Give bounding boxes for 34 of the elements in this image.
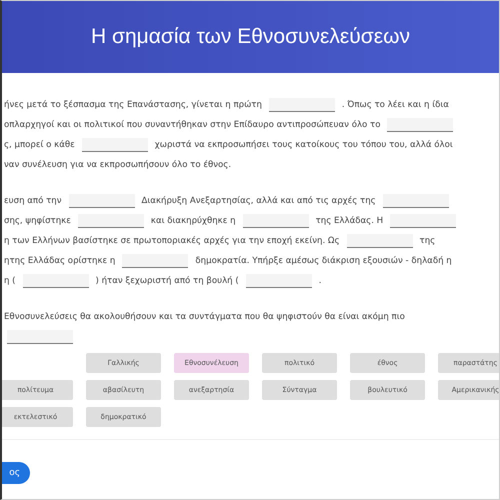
fill-in-field[interactable] — [246, 274, 312, 288]
passage-text: Εθνοσυνελεύσεις θα ακολουθήσουν και τα συντάγματα που θα ψηφιστούν θα είναι ακόμη πιο — [4, 312, 405, 322]
passage-text: χωριστά να εκπροσωπήσει τους κατοίκους του τόπου του, αλλά όλοι — [154, 140, 453, 150]
fill-in-field[interactable] — [390, 214, 456, 228]
passage-text: . — [318, 276, 322, 286]
passage-text: ητης Ελλάδας ορίστηκε η — [4, 256, 116, 266]
passage-text: οπλαρχηγοί και οι πολιτικοί που συναντήθηκαν στην Επίδαυρο αντιπροσώπευαν όλο το — [4, 120, 380, 130]
fill-in-field[interactable] — [122, 254, 188, 268]
fill-in-field[interactable] — [387, 118, 454, 132]
passage-text: ήνες μετά το ξέσπασμα της Επανάστασης, γίνεται η πρώτη — [4, 100, 262, 110]
fill-in-field[interactable] — [68, 194, 134, 208]
passage-text: ναν συνέλευση για να εκπροσωπήσουν όλο το έθνος. — [4, 160, 232, 170]
fill-in-field[interactable] — [22, 274, 89, 288]
fill-in-field[interactable] — [82, 138, 148, 152]
passage-text: ς, μπορεί ο κάθε — [4, 140, 75, 150]
passage-text: της — [420, 236, 436, 246]
check-button[interactable]: ος — [2, 462, 30, 484]
passage-text: η των Ελλήνων βασίστηκε σε πρωτοποριακές αρχές για την εποχή εκείνη. Ως — [4, 236, 340, 246]
passage-text: . Όπως το λέει και η ίδια — [342, 100, 449, 110]
passage-text: της Ελλάδας. Η — [316, 216, 384, 226]
fill-in-field[interactable] — [268, 98, 335, 112]
passage-text: Διακήρυξη Ανεξαρτησίας, αλλά και από τις αρχές της — [142, 196, 376, 206]
passage-text: ) ήταν ξεχωριστή από τη βουλή ( — [96, 276, 239, 286]
fill-in-field[interactable] — [78, 214, 144, 228]
passage-text: και διακηρύχθηκε η — [150, 216, 236, 226]
page-title: Η σημασία των Εθνοσυνελεύσεων — [91, 25, 410, 49]
passage-text: σης, ψηφίστηκε — [4, 216, 71, 226]
passage-text: ευση από την — [4, 196, 62, 206]
fill-in-field[interactable] — [242, 214, 309, 228]
passage-text: δημοκρατία. Υπήρξε αμέσως διάκριση εξουσιών - δηλαδή η — [195, 256, 452, 266]
fill-in-field[interactable] — [382, 194, 449, 208]
fill-in-field[interactable] — [346, 234, 413, 248]
fill-in-field[interactable] — [7, 330, 73, 344]
passage-text: η ( — [4, 276, 16, 286]
